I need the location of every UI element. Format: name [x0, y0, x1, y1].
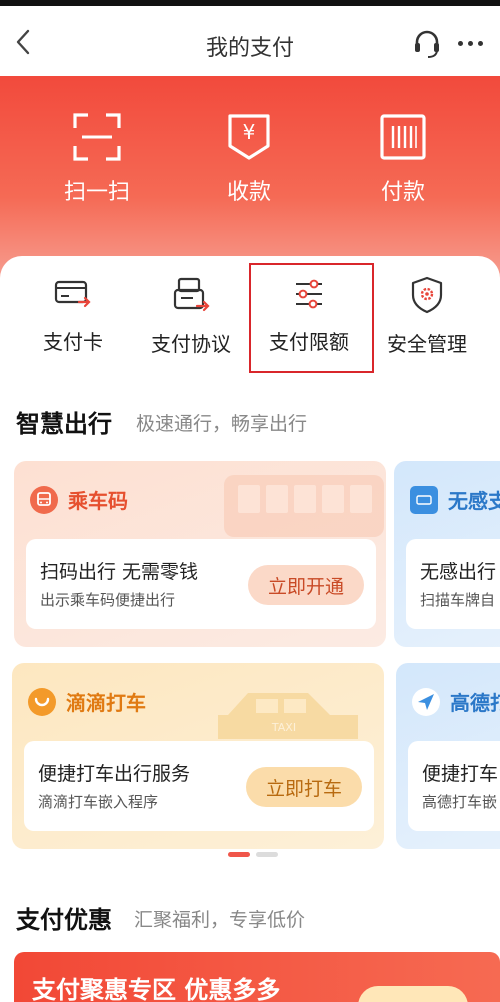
- amap-card-body: 便捷打车 高德打车嵌: [408, 741, 500, 831]
- agreement-icon: [173, 277, 210, 312]
- contactless-card-title: 无感支: [448, 489, 500, 513]
- amap-card-header: 高德打: [412, 687, 500, 716]
- quick-action-agreement[interactable]: 支付协议: [132, 276, 250, 357]
- quick-action-security[interactable]: 安全管理: [368, 276, 486, 357]
- receive-money-label: 收款: [226, 180, 271, 205]
- more-dot-icon: [457, 40, 463, 46]
- didi-card-line1: 便捷打车出行服务: [38, 763, 191, 785]
- more-dot-icon: [477, 40, 483, 46]
- scan-icon: [73, 113, 121, 161]
- didi-card-body: 便捷打车出行服务 滴滴打车嵌入程序 立即打车: [24, 741, 374, 831]
- promo-section-subtitle: 汇聚福利，专享低价: [134, 909, 306, 931]
- more-dot-icon: [467, 40, 473, 46]
- amap-icon: [412, 687, 440, 716]
- bus-card-header: 乘车码: [30, 485, 128, 514]
- amap-card-line2: 高德打车嵌: [422, 793, 498, 811]
- highlight-box: [249, 263, 374, 373]
- amap-card-line1: 便捷打车: [422, 763, 499, 785]
- didi-card-header: 滴滴打车: [28, 687, 146, 716]
- travel-section-title: 智慧出行: [16, 410, 112, 438]
- quick-action-label: 支付协议: [151, 332, 231, 356]
- shield-gear-icon: [411, 276, 443, 314]
- pager-dot: [256, 852, 278, 857]
- contactless-card-line1: 无感出行: [420, 561, 497, 583]
- quick-action-payment-card[interactable]: 支付卡: [14, 276, 132, 355]
- bus-code-card[interactable]: 乘车码 扫码出行 无需零钱 出示乘车码便捷出行 立即开通: [14, 461, 386, 647]
- bus-card-body: 扫码出行 无需零钱 出示乘车码便捷出行 立即开通: [26, 539, 376, 629]
- promo-section-title: 支付优惠: [16, 906, 112, 934]
- promo-banner-button[interactable]: [358, 986, 468, 1002]
- barcode-pay-icon: [380, 114, 426, 160]
- pay-action[interactable]: 付款: [348, 112, 458, 206]
- svg-text:¥: ¥: [243, 120, 256, 144]
- main-card: 支付卡 支付协议 支付限额 安全管理 智慧出行 极速通行，畅享出行 乘车码 扫码…: [0, 256, 500, 1002]
- quick-action-label: 安全管理: [387, 332, 467, 356]
- promo-banner[interactable]: 支付聚惠专区 优惠多多: [14, 952, 500, 1002]
- scan-label: 扫一扫: [63, 180, 130, 205]
- pay-label: 付款: [380, 180, 425, 205]
- card-icon: [54, 280, 91, 308]
- taxi-illustration: TAXI: [218, 693, 358, 739]
- receive-money-action[interactable]: ¥ 收款: [194, 112, 304, 206]
- amap-taxi-card[interactable]: 高德打 便捷打车 高德打车嵌: [396, 663, 500, 849]
- more-button[interactable]: [450, 26, 490, 60]
- call-taxi-button[interactable]: 立即打车: [246, 767, 362, 807]
- contactless-card-line2: 扫描车牌自: [420, 591, 496, 609]
- license-plate-icon: [410, 485, 438, 514]
- didi-card-title: 滴滴打车: [66, 691, 146, 715]
- bus-card-line1: 扫码出行 无需零钱: [40, 561, 199, 583]
- carousel-pager[interactable]: [228, 852, 278, 857]
- bus-icon: [30, 485, 58, 514]
- contactless-pay-card[interactable]: 无感支 无感出行 扫描车牌自: [394, 461, 500, 647]
- pager-dot-active: [228, 852, 250, 857]
- bus-card-line2: 出示乘车码便捷出行: [40, 591, 176, 609]
- receive-money-icon: ¥: [228, 114, 270, 160]
- contactless-card-body: 无感出行 扫描车牌自: [406, 539, 500, 629]
- travel-section-subtitle: 极速通行，畅享出行: [136, 413, 308, 435]
- scan-action[interactable]: 扫一扫: [42, 112, 152, 206]
- nav-bar: 我的支付: [0, 6, 500, 78]
- customer-service-button[interactable]: [410, 26, 444, 60]
- bus-illustration: [224, 475, 384, 537]
- didi-card-line2: 滴滴打车嵌入程序: [38, 793, 159, 811]
- taxi-sign-text: TAXI: [271, 721, 296, 734]
- activate-now-button[interactable]: 立即开通: [248, 565, 364, 605]
- promo-banner-text: 支付聚惠专区 优惠多多: [32, 976, 281, 1002]
- didi-icon: [28, 687, 56, 716]
- bus-card-title: 乘车码: [68, 489, 128, 513]
- quick-action-label: 支付卡: [43, 330, 103, 354]
- contactless-card-header: 无感支: [410, 485, 500, 514]
- amap-card-title: 高德打: [450, 691, 500, 715]
- didi-taxi-card[interactable]: TAXI 滴滴打车 便捷打车出行服务 滴滴打车嵌入程序 立即打车: [12, 663, 384, 849]
- headset-icon: [415, 30, 439, 58]
